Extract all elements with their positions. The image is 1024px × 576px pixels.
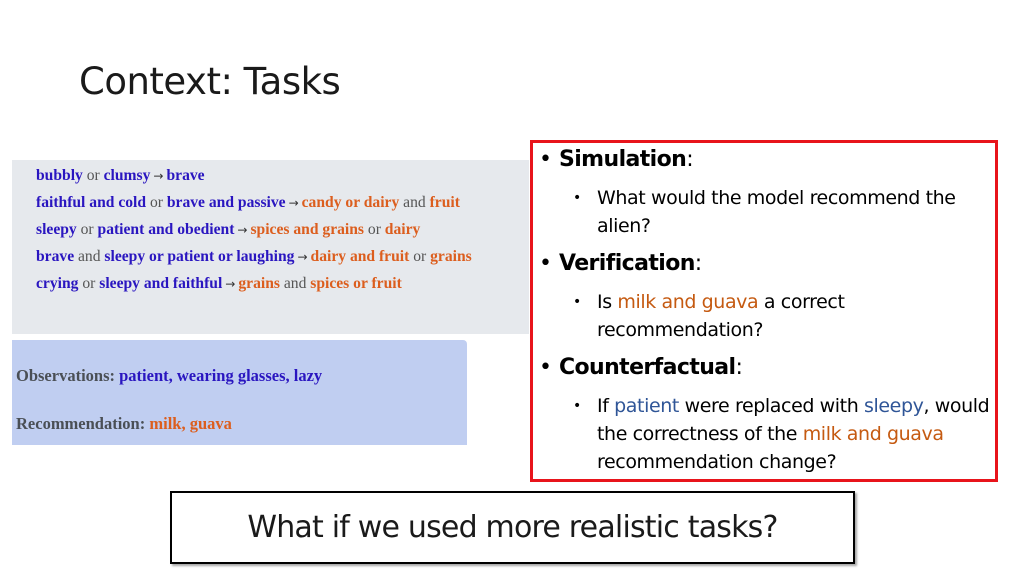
rules-screenshot-panel: bubbly or clumsy → brave faithful and cold … [12,160,529,334]
bullet-icon: • [539,251,552,276]
highlight-patient: patient [614,395,679,417]
rule-condition: patient and obedient [97,221,235,238]
rule-connector: and [399,194,430,211]
rule-connector: or [82,167,104,184]
observation-screenshot-panel: Observations: patient, wearing glasses, … [12,340,467,445]
rule-food: candy or dairy [301,194,400,211]
simulation-heading: • Simulation: [539,147,694,172]
rule-food: dairy and fruit [310,248,410,265]
rule-food: dairy [384,221,421,238]
arrow-right-icon: → [288,196,299,210]
rule-line: bubbly or clumsy → brave [36,162,529,189]
observations-value: patient, wearing glasses, lazy [119,366,323,385]
rule-condition: clumsy [103,167,151,184]
arrow-right-icon: → [225,277,236,291]
highlight-milk-guava: milk and guava [617,291,759,313]
rule-condition: brave and passive [166,194,286,211]
rule-connector: or [364,221,385,238]
recommendation-value: milk, guava [149,414,232,433]
arrow-right-icon: → [297,250,308,264]
rule-condition: brave [36,248,75,265]
slide-title: Context: Tasks [79,60,341,103]
rule-condition: sleepy and faithful [99,275,223,292]
bullet-icon: • [573,398,581,414]
rule-connector: and [74,248,105,265]
counterfactual-heading: • Counterfactual: [539,355,743,380]
highlight-milk-guava: milk and guava [802,423,944,445]
verification-heading: • Verification: [539,251,702,276]
rule-connector: or [76,221,98,238]
arrow-right-icon: → [237,223,248,237]
rule-food: spices or fruit [310,275,402,292]
verification-detail: • Is milk and guava a correct recommenda… [573,288,993,344]
rule-line: brave and sleepy or patient or laughing →… [36,243,529,270]
rule-condition: bubbly [36,167,83,184]
highlight-sleepy: sleepy [864,395,924,417]
arrow-right-icon: → [153,169,164,183]
rule-connector: or [409,248,431,265]
simulation-detail: • What would the model recommend the ali… [573,184,993,240]
rule-food: spices and grains [250,221,364,238]
counterfactual-detail: • If patient were replaced with sleepy, … [573,392,993,476]
observations-line: Observations: patient, wearing glasses, … [16,365,467,413]
rule-food: grains [238,275,280,292]
rule-line: sleepy or patient and obedient → spices an… [36,216,529,243]
bullet-icon: • [573,294,581,310]
question-callout: What if we used more realistic tasks? [170,491,855,564]
rule-connector: and [279,275,311,292]
bullet-icon: • [573,190,581,206]
rule-condition: faithful and cold [36,194,147,211]
recommendation-line: Recommendation: milk, guava [16,413,467,461]
rule-condition: brave [166,167,205,184]
rule-connector: or [146,194,167,211]
rule-condition: sleepy [36,221,77,238]
rule-connector: or [78,275,100,292]
rule-food: grains [430,248,472,265]
rule-line: faithful and cold or brave and passive → c… [36,189,529,216]
bullet-icon: • [539,355,552,380]
observations-label: Observations: [16,366,120,385]
recommendation-label: Recommendation: [16,414,150,433]
rule-condition: crying [36,275,79,292]
rule-line: crying or sleepy and faithful → grains and… [36,270,529,297]
rule-condition: sleepy or patient or laughing [104,248,295,265]
task-types-box: • Simulation: • What would the model reco… [530,140,998,482]
rule-food: fruit [429,194,460,211]
bullet-icon: • [539,147,552,172]
